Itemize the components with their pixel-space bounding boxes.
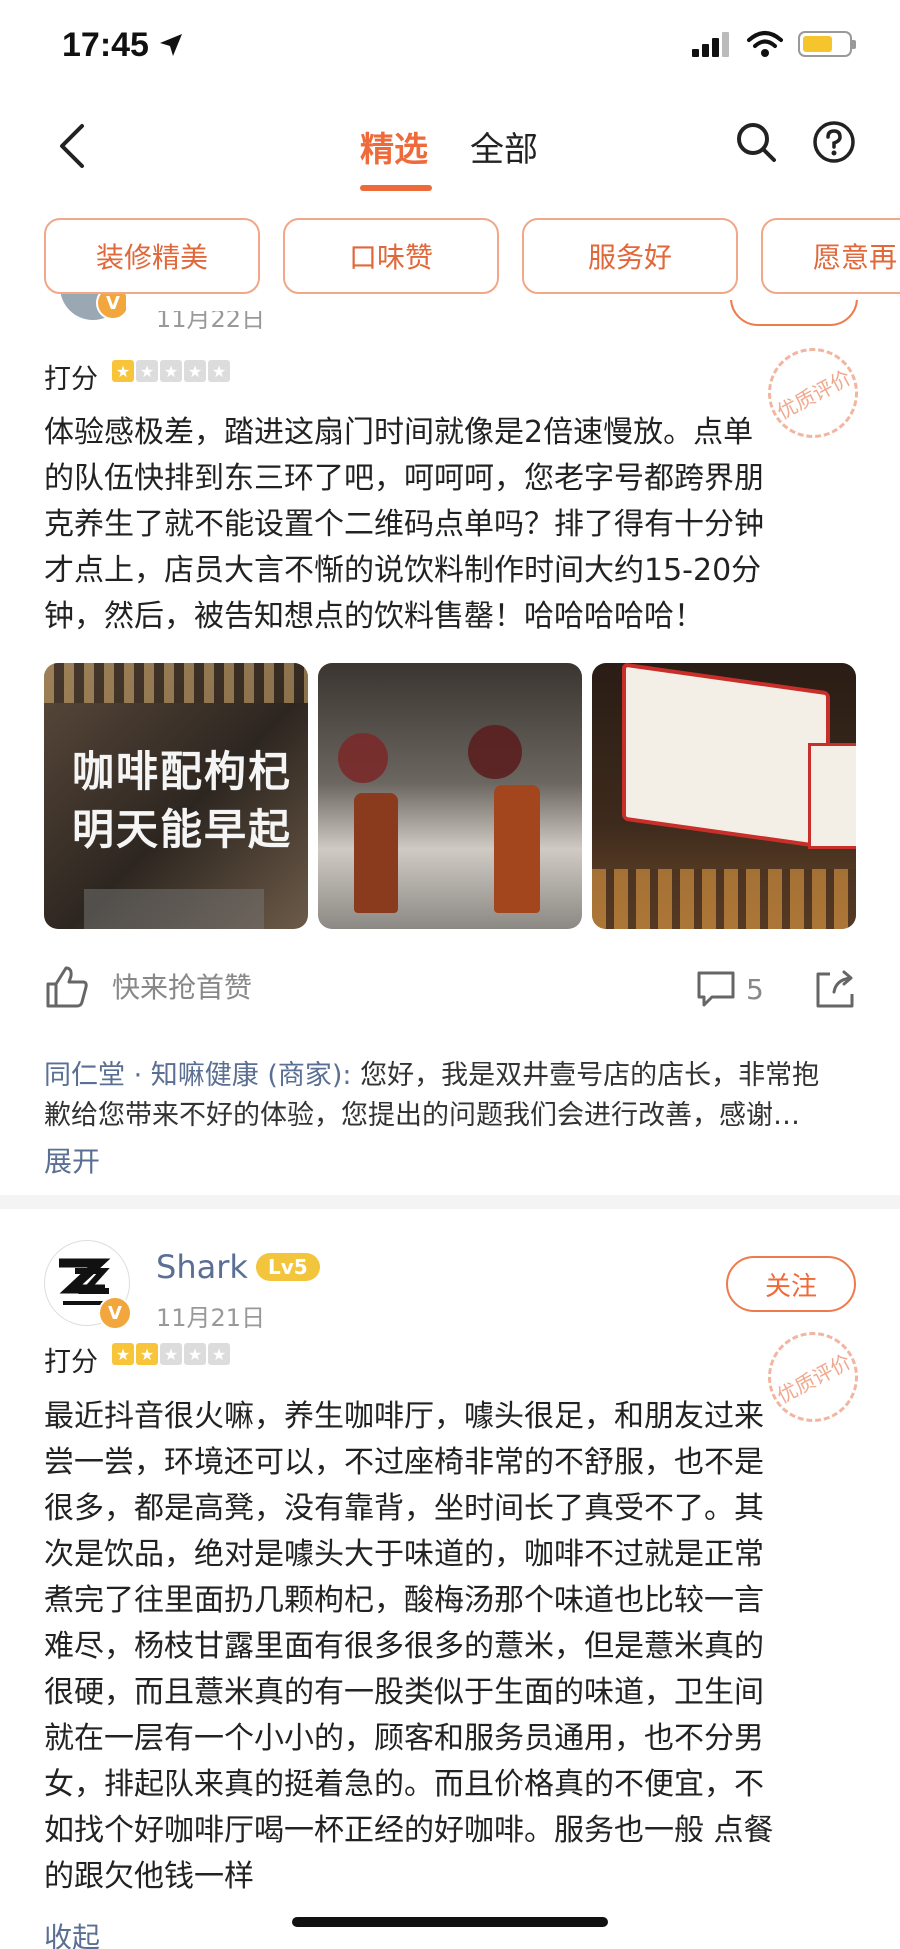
like-button[interactable]: 快来抢首赞 [44,964,252,1008]
star-icon: ★ [184,1343,206,1365]
follow-button-partial[interactable] [730,300,858,328]
reviewer-avatar[interactable]: V [56,294,126,340]
comment-button[interactable]: 5 [696,970,764,1008]
star-icon: ★ [112,360,134,382]
search-icon [737,123,776,162]
tab-all[interactable]: 全部 [470,122,538,171]
review-photo-1[interactable]: 咖啡配枸杞 明天能早起 [44,663,308,929]
help-button[interactable] [812,120,856,164]
help-icon [813,121,855,163]
review-date: 11月21日 [156,1304,266,1332]
verified-badge: V [98,1296,132,1330]
like-label: 快来抢首赞 [112,971,253,1004]
filter-chip[interactable]: 装修精美 [44,218,260,294]
star-icon: ★ [160,1343,182,1365]
status-time: 17:45 [62,26,184,65]
star-icon: ★ [136,1343,158,1365]
star-icon: ★ [184,360,206,382]
photo-sign-text: 咖啡配枸杞 明天能早起 [72,747,293,854]
wifi-icon [747,31,783,57]
review-photo-3[interactable] [592,663,856,929]
share-button[interactable] [814,968,856,1014]
status-icons [692,30,856,58]
rating-label: 打分 [44,364,98,395]
star-icon: ★ [136,360,158,382]
expand-link[interactable]: 展开 [44,1140,100,1180]
merchant-reply: 同仁堂 · 知嘛健康 (商家): 您好，我是双井壹号店的店长，非常抱 歉给您带来… [44,1060,820,1131]
comment-count: 5 [746,972,764,1006]
review-photo-2[interactable] [318,663,582,929]
signal-icon [692,32,729,57]
rating-label: 打分 [44,1347,98,1378]
share-icon [816,970,854,1008]
rating-stars: ★ ★ ★ ★ ★ [112,1343,230,1365]
filter-chip[interactable]: 口味赞 [283,218,499,294]
tab-active-indicator [360,185,432,191]
home-indicator [292,1917,608,1927]
star-icon: ★ [112,1343,134,1365]
thumbs-up-icon [46,966,88,1008]
review-text: 体验感极差，踏进这扇门时间就像是2倍速慢放。点单 的队伍快排到东三环了吧，呵呵呵… [44,415,764,634]
battery-icon [798,31,856,57]
star-icon: ★ [208,360,230,382]
filter-chip[interactable]: 愿意再 [761,218,900,294]
tab-featured[interactable]: 精选 [360,122,428,171]
comment-icon [697,971,735,1007]
username[interactable]: Shark [156,1248,248,1286]
level-badge: Lv5 [256,1253,320,1281]
rating-stars: ★ ★ ★ ★ ★ [112,360,230,382]
section-divider [0,1195,900,1209]
star-icon: ★ [208,1343,230,1365]
collapse-link[interactable]: 收起 [44,1916,100,1949]
search-button[interactable] [734,120,778,164]
filter-chip[interactable]: 服务好 [522,218,738,294]
back-button[interactable] [50,118,100,174]
merchant-name[interactable]: 同仁堂 · 知嘛健康 (商家): [44,1060,352,1091]
follow-button[interactable]: 关注 [726,1256,856,1312]
star-icon: ★ [160,360,182,382]
review-text: 最近抖音很火嘛，养生咖啡厅，噱头很足，和朋友过来 尝一尝，环境还可以，不过座椅非… [44,1399,774,1894]
location-arrow-icon [160,34,183,56]
chevron-left-icon [60,124,84,168]
review-date: 11月22日 [156,311,266,333]
